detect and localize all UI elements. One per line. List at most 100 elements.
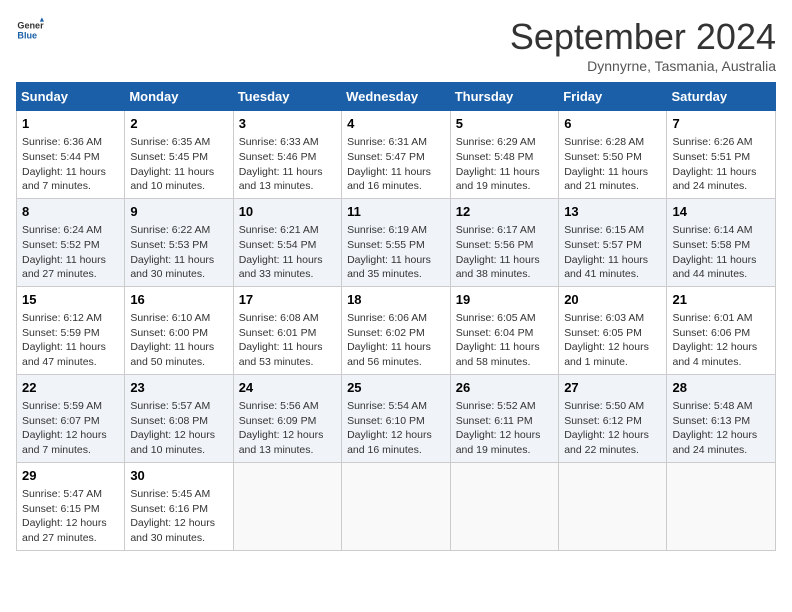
calendar-cell: 13 Sunrise: 6:15 AM Sunset: 5:57 PM Dayli… [559,198,667,286]
day-number: 6 [564,115,661,133]
day-number: 27 [564,379,661,397]
day-number: 25 [347,379,445,397]
day-number: 21 [672,291,770,309]
calendar-cell: 2 Sunrise: 6:35 AM Sunset: 5:45 PM Daylig… [125,111,233,199]
day-info: Sunrise: 6:19 AM Sunset: 5:55 PM Dayligh… [347,223,445,282]
day-number: 4 [347,115,445,133]
day-number: 5 [456,115,553,133]
calendar-cell: 7 Sunrise: 6:26 AM Sunset: 5:51 PM Daylig… [667,111,776,199]
calendar-cell: 18 Sunrise: 6:06 AM Sunset: 6:02 PM Dayli… [342,286,451,374]
calendar-cell: 12 Sunrise: 6:17 AM Sunset: 5:56 PM Dayli… [450,198,558,286]
day-info: Sunrise: 5:52 AM Sunset: 6:11 PM Dayligh… [456,399,553,458]
day-info: Sunrise: 6:08 AM Sunset: 6:01 PM Dayligh… [239,311,336,370]
day-number: 28 [672,379,770,397]
calendar-cell [667,462,776,550]
calendar-cell: 19Sunrise: 6:05 AM Sunset: 6:04 PM Dayli… [450,286,558,374]
day-number: 7 [672,115,770,133]
day-info: Sunrise: 6:21 AM Sunset: 5:54 PM Dayligh… [239,223,336,282]
calendar-cell: 11 Sunrise: 6:19 AM Sunset: 5:55 PM Dayli… [342,198,451,286]
day-number: 13 [564,203,661,221]
calendar-cell: 3 Sunrise: 6:33 AM Sunset: 5:46 PM Daylig… [233,111,341,199]
day-number: 18 [347,291,445,309]
calendar-cell: 8 Sunrise: 6:24 AM Sunset: 5:52 PM Daylig… [17,198,125,286]
calendar-cell: 5 Sunrise: 6:29 AM Sunset: 5:48 PM Daylig… [450,111,558,199]
day-info: Sunrise: 6:06 AM Sunset: 6:02 PM Dayligh… [347,311,445,370]
svg-text:Blue: Blue [17,30,37,40]
day-info: Sunrise: 6:35 AM Sunset: 5:45 PM Dayligh… [130,135,227,194]
day-number: 20 [564,291,661,309]
day-info: Sunrise: 6:33 AM Sunset: 5:46 PM Dayligh… [239,135,336,194]
day-info: Sunrise: 5:50 AM Sunset: 6:12 PM Dayligh… [564,399,661,458]
calendar-cell: 10 Sunrise: 6:21 AM Sunset: 5:54 PM Dayli… [233,198,341,286]
day-number: 16 [130,291,227,309]
day-info: Sunrise: 6:31 AM Sunset: 5:47 PM Dayligh… [347,135,445,194]
day-number: 11 [347,203,445,221]
day-info: Sunrise: 6:29 AM Sunset: 5:48 PM Dayligh… [456,135,553,194]
day-info: Sunrise: 5:56 AM Sunset: 6:09 PM Dayligh… [239,399,336,458]
calendar-week-row: 15 Sunrise: 6:12 AM Sunset: 5:59 PM Dayli… [17,286,776,374]
calendar-cell: 14 Sunrise: 6:14 AM Sunset: 5:58 PM Dayli… [667,198,776,286]
day-info: Sunrise: 5:59 AM Sunset: 6:07 PM Dayligh… [22,399,119,458]
day-info: Sunrise: 5:45 AM Sunset: 6:16 PM Dayligh… [130,487,227,546]
calendar-week-row: 8 Sunrise: 6:24 AM Sunset: 5:52 PM Daylig… [17,198,776,286]
calendar-week-row: 22 Sunrise: 5:59 AM Sunset: 6:07 PM Dayli… [17,374,776,462]
day-number: 19 [456,291,553,309]
day-number: 22 [22,379,119,397]
day-info: Sunrise: 6:14 AM Sunset: 5:58 PM Dayligh… [672,223,770,282]
day-of-week-header: Tuesday [233,83,341,111]
day-info: Sunrise: 6:12 AM Sunset: 5:59 PM Dayligh… [22,311,119,370]
day-number: 15 [22,291,119,309]
day-info: Sunrise: 6:01 AM Sunset: 6:06 PM Dayligh… [672,311,770,370]
calendar-cell [342,462,451,550]
day-of-week-header: Monday [125,83,233,111]
calendar-cell: 28 Sunrise: 5:48 AM Sunset: 6:13 PM Dayli… [667,374,776,462]
calendar-cell: 25 Sunrise: 5:54 AM Sunset: 6:10 PM Dayli… [342,374,451,462]
day-info: Sunrise: 5:47 AM Sunset: 6:15 PM Dayligh… [22,487,119,546]
day-info: Sunrise: 6:24 AM Sunset: 5:52 PM Dayligh… [22,223,119,282]
calendar-cell: 30 Sunrise: 5:45 AM Sunset: 6:16 PM Dayli… [125,462,233,550]
day-number: 29 [22,467,119,485]
day-number: 3 [239,115,336,133]
day-number: 8 [22,203,119,221]
page-header: General Blue September 2024 Dynnyrne, Ta… [16,16,776,74]
calendar-cell: 27 Sunrise: 5:50 AM Sunset: 6:12 PM Dayli… [559,374,667,462]
calendar-cell: 24Sunrise: 5:56 AM Sunset: 6:09 PM Dayli… [233,374,341,462]
day-number: 9 [130,203,227,221]
day-info: Sunrise: 5:54 AM Sunset: 6:10 PM Dayligh… [347,399,445,458]
calendar-cell [233,462,341,550]
calendar-cell: 17 Sunrise: 6:08 AM Sunset: 6:01 PM Dayli… [233,286,341,374]
day-number: 1 [22,115,119,133]
title-section: September 2024 Dynnyrne, Tasmania, Austr… [510,16,776,74]
calendar-cell: 15 Sunrise: 6:12 AM Sunset: 5:59 PM Dayli… [17,286,125,374]
calendar-cell: 23Sunrise: 5:57 AM Sunset: 6:08 PM Dayli… [125,374,233,462]
day-number: 10 [239,203,336,221]
calendar-cell: 29 Sunrise: 5:47 AM Sunset: 6:15 PM Dayli… [17,462,125,550]
day-info: Sunrise: 6:36 AM Sunset: 5:44 PM Dayligh… [22,135,119,194]
calendar-cell: 9Sunrise: 6:22 AM Sunset: 5:53 PM Daylig… [125,198,233,286]
day-number: 17 [239,291,336,309]
day-number: 14 [672,203,770,221]
day-number: 12 [456,203,553,221]
calendar-cell: 1 Sunrise: 6:36 AM Sunset: 5:44 PM Daylig… [17,111,125,199]
day-info: Sunrise: 6:10 AM Sunset: 6:00 PM Dayligh… [130,311,227,370]
calendar-cell: 21 Sunrise: 6:01 AM Sunset: 6:06 PM Dayli… [667,286,776,374]
day-number: 2 [130,115,227,133]
day-number: 30 [130,467,227,485]
logo: General Blue [16,16,44,44]
month-title: September 2024 [510,16,776,58]
day-info: Sunrise: 6:28 AM Sunset: 5:50 PM Dayligh… [564,135,661,194]
calendar-cell: 6 Sunrise: 6:28 AM Sunset: 5:50 PM Daylig… [559,111,667,199]
day-info: Sunrise: 6:17 AM Sunset: 5:56 PM Dayligh… [456,223,553,282]
day-number: 26 [456,379,553,397]
day-of-week-header: Friday [559,83,667,111]
calendar-table: SundayMondayTuesdayWednesdayThursdayFrid… [16,82,776,551]
day-of-week-header: Thursday [450,83,558,111]
day-of-week-header: Wednesday [342,83,451,111]
day-info: Sunrise: 5:48 AM Sunset: 6:13 PM Dayligh… [672,399,770,458]
day-info: Sunrise: 6:15 AM Sunset: 5:57 PM Dayligh… [564,223,661,282]
day-info: Sunrise: 6:26 AM Sunset: 5:51 PM Dayligh… [672,135,770,194]
day-of-week-header: Saturday [667,83,776,111]
svg-text:General: General [17,21,44,31]
calendar-cell: 22 Sunrise: 5:59 AM Sunset: 6:07 PM Dayli… [17,374,125,462]
calendar-cell: 20Sunrise: 6:03 AM Sunset: 6:05 PM Dayli… [559,286,667,374]
